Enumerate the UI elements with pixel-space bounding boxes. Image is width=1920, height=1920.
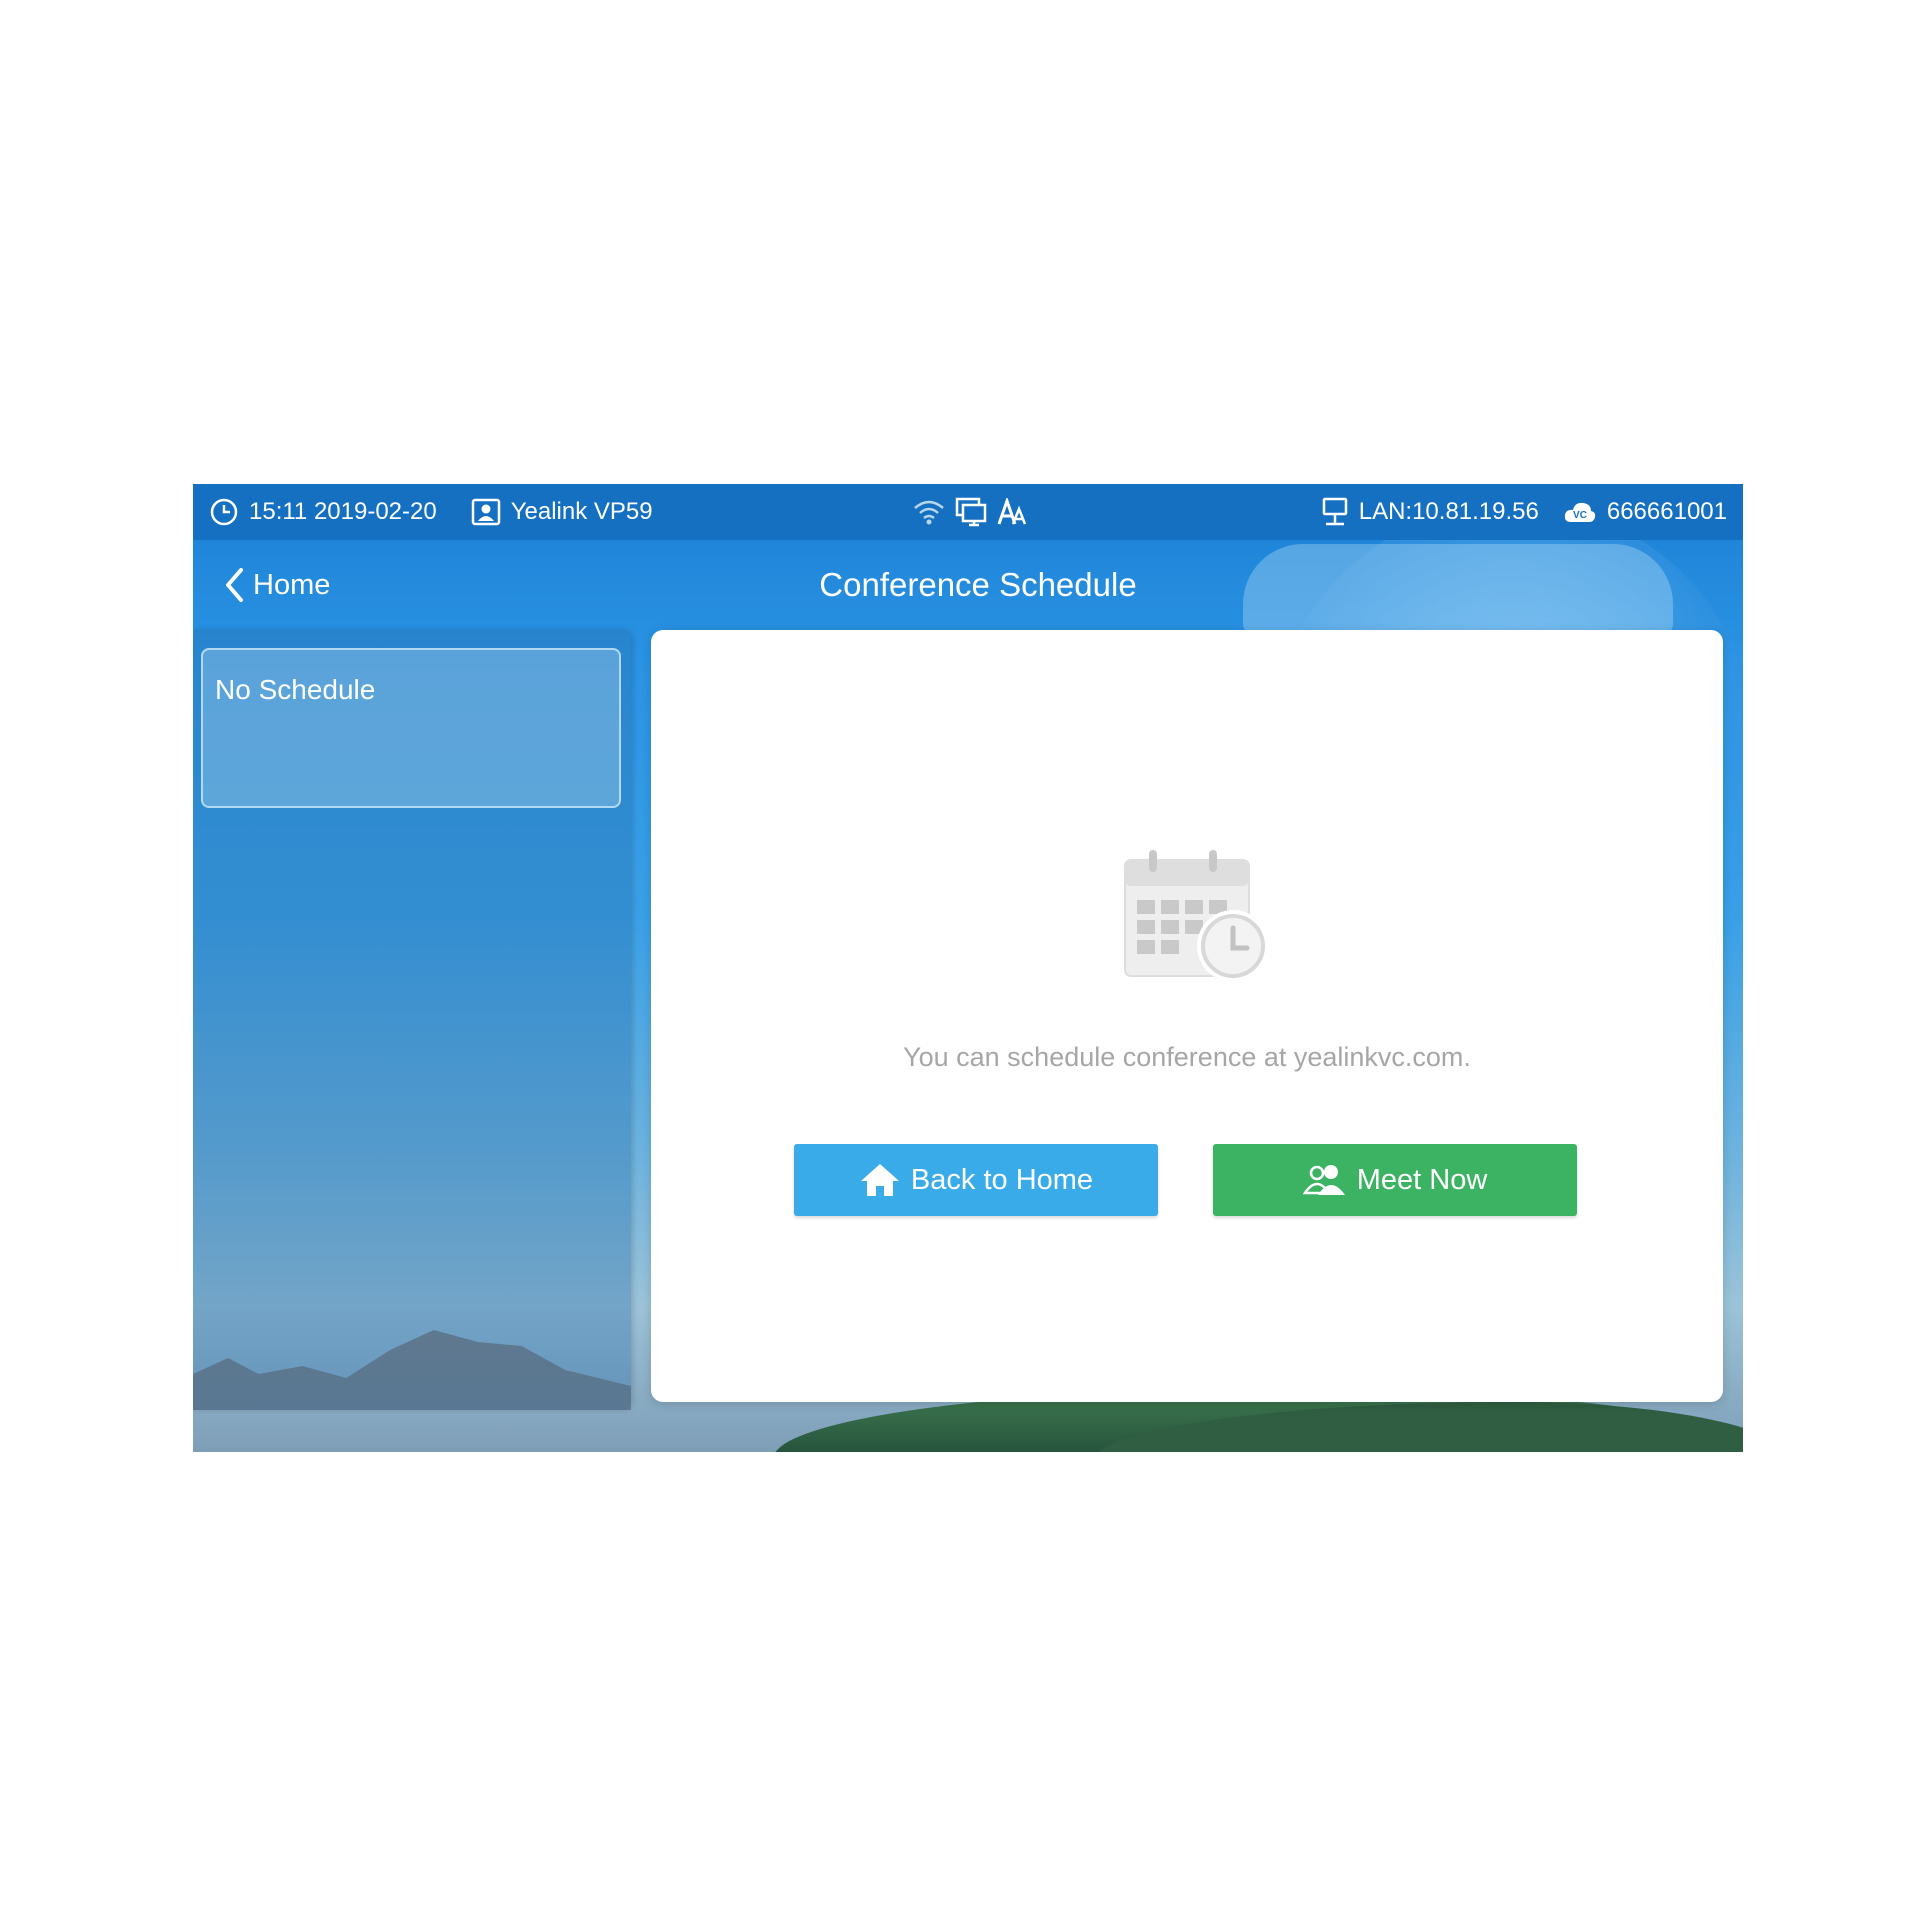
back-to-home-label: Back to Home (910, 1163, 1094, 1196)
back-to-home-button[interactable]: Back to Home (794, 1144, 1158, 1216)
svg-text:VC: VC (1573, 510, 1587, 521)
schedule-item-label: No Schedule (215, 674, 376, 705)
status-device-name: Yealink VP59 (510, 498, 653, 525)
font-size-icon (997, 498, 1029, 526)
status-time-date: 15:11 2019-02-20 (249, 498, 437, 525)
meeting-people-icon (1302, 1163, 1347, 1197)
list-item[interactable]: No Schedule (201, 648, 621, 808)
wifi-icon (913, 498, 945, 526)
network-icon (1321, 497, 1349, 527)
schedule-list-panel: No Schedule (193, 630, 631, 1410)
meet-now-label: Meet Now (1356, 1163, 1488, 1196)
status-lan-address: LAN:10.81.19.56 (1358, 498, 1539, 525)
page-title: Conference Schedule (819, 566, 1137, 603)
status-account-number: 666661001 (1606, 498, 1727, 525)
device-screen: 15:11 2019-02-20 Yealink VP59 LAN:10.81.… (193, 484, 1743, 1452)
schedule-hint-text: You can schedule conference at yealinkvc… (903, 1042, 1471, 1072)
status-bar: 15:11 2019-02-20 Yealink VP59 LAN:10.81.… (193, 484, 1743, 540)
home-icon (859, 1162, 901, 1198)
contact-icon (471, 498, 501, 526)
nav-header: Home Conference Schedule (193, 540, 1743, 630)
meet-now-button[interactable]: Meet Now (1213, 1144, 1577, 1216)
background-mountains (193, 1330, 631, 1410)
schedule-content-card: You can schedule conference at yealinkvc… (651, 630, 1723, 1402)
calendar-clock-icon (1121, 848, 1271, 988)
cloud-vc-icon: VC (1563, 500, 1597, 524)
clock-icon (209, 497, 239, 527)
screen-share-icon (955, 497, 987, 527)
